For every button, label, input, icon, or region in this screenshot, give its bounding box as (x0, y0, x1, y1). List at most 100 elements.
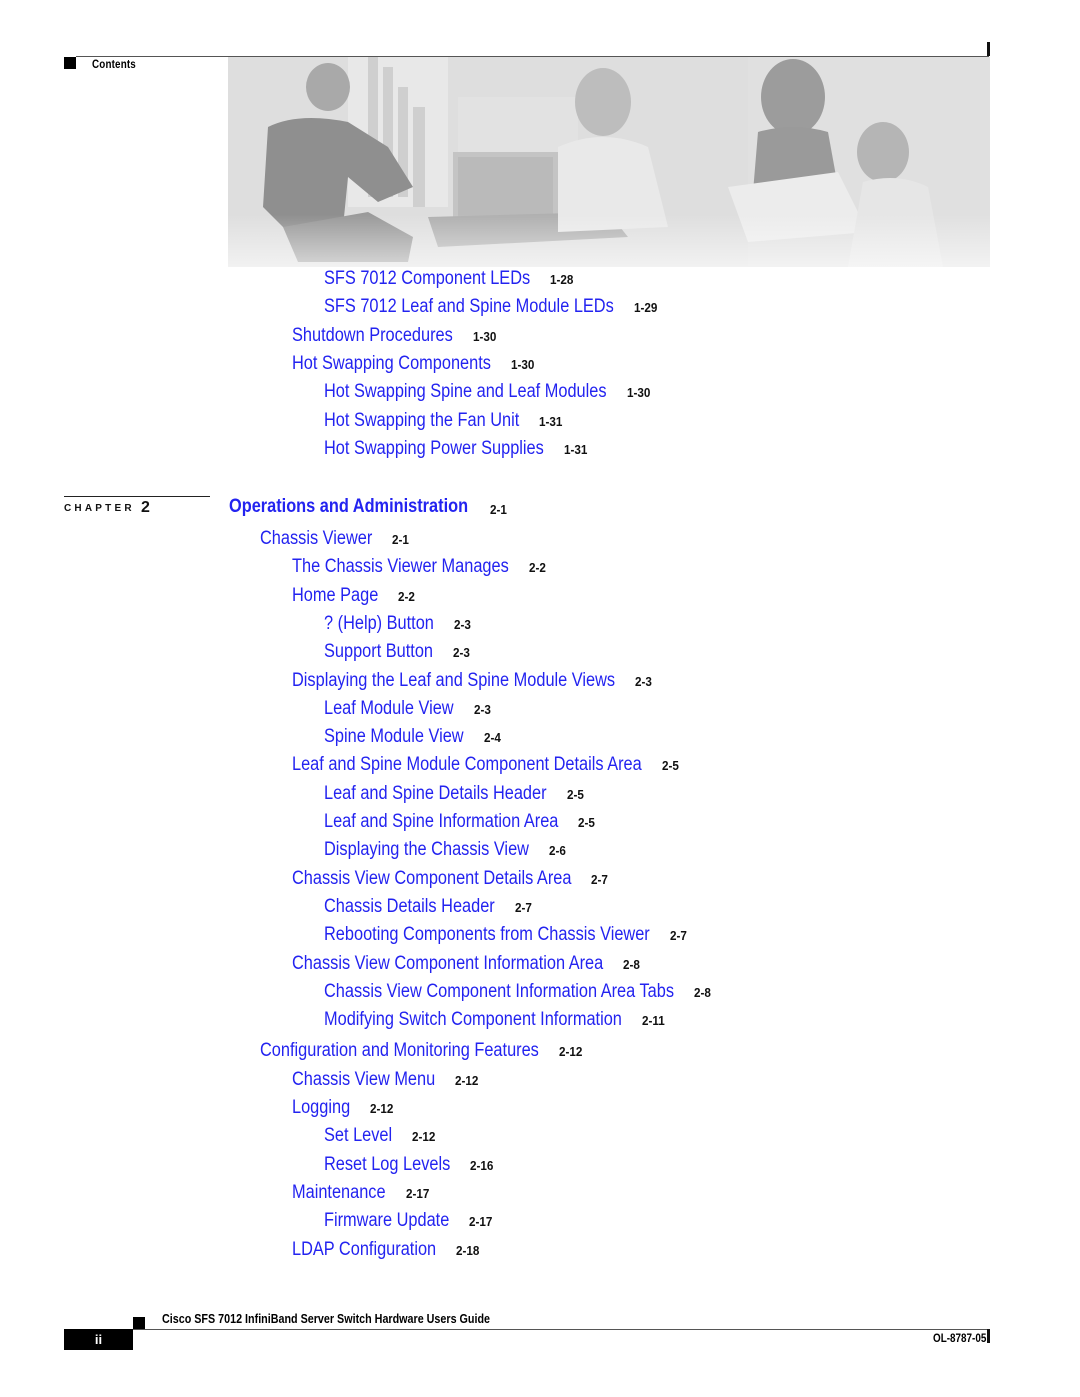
toc-entry-page-number: 2-2 (528, 560, 546, 576)
toc-entry-link[interactable]: Leaf Module View (324, 698, 454, 720)
toc-entry-link[interactable]: Displaying the Chassis View (324, 839, 529, 861)
toc-entry-link[interactable]: Support Button (324, 641, 433, 663)
toc-entry-link[interactable]: Modifying Switch Component Information (324, 1009, 622, 1031)
toc-entry-link[interactable]: Home Page (292, 585, 378, 607)
toc-entry-page-number: 2-3 (453, 645, 470, 661)
toc-entry-page-number: 2-16 (470, 1157, 494, 1173)
toc-entry-page-number: 1-30 (626, 385, 650, 401)
toc-entry-link[interactable]: Maintenance (292, 1182, 386, 1204)
toc-entry: Firmware Update 2-17 (324, 1210, 493, 1232)
toc-entry-link[interactable]: Chassis View Component Details Area (292, 868, 571, 890)
toc-entry-link[interactable]: LDAP Configuration (292, 1239, 436, 1261)
toc-entry-link[interactable]: Hot Swapping Spine and Leaf Modules (324, 381, 607, 403)
toc-entry-page-number: 1-29 (633, 300, 658, 316)
toc-entry: Displaying the Chassis View 2-6 (324, 839, 566, 861)
toc-entry: SFS 7012 Component LEDs 1-28 (324, 268, 574, 290)
toc-entry: Shutdown Procedures 1-30 (292, 325, 496, 347)
footer-page-number: ii (64, 1329, 133, 1350)
header-section-label: Contents (92, 57, 136, 71)
toc-entry: Maintenance 2-17 (292, 1182, 429, 1204)
toc-entry: Home Page 2-2 (292, 585, 415, 607)
toc-entry: Hot Swapping Spine and Leaf Modules 1-30 (324, 381, 653, 403)
toc-entry-link[interactable]: Rebooting Components from Chassis Viewer (324, 924, 650, 946)
toc-entry: Leaf Module View 2-3 (324, 698, 491, 720)
toc-entry-page-number: 2-5 (661, 758, 679, 774)
toc-entry-page-number: 2-3 (453, 616, 471, 632)
toc-entry-page-number: 2-3 (473, 701, 491, 717)
toc-entry: The Chassis Viewer Manages 2-2 (292, 556, 546, 578)
footer-guide-title: Cisco SFS 7012 InfiniBand Server Switch … (162, 1312, 490, 1326)
toc-entry-page-number: 2-7 (514, 899, 532, 915)
chapter-title-link[interactable]: Operations and Administration (229, 496, 468, 518)
toc-entry-page-number: 2-7 (591, 871, 609, 887)
toc-entry-link[interactable]: Reset Log Levels (324, 1154, 450, 1176)
toc-entry-link[interactable]: Displaying the Leaf and Spine Module Vie… (292, 670, 615, 692)
toc-entry-link[interactable]: Set Level (324, 1125, 392, 1147)
toc-entry-link[interactable]: Spine Module View (324, 726, 464, 748)
toc-entry-page-number: 2-12 (558, 1044, 583, 1060)
toc-entry-page-number: 2-8 (623, 956, 641, 972)
banner-photo (228, 57, 990, 267)
toc-entry: Displaying the Leaf and Spine Module Vie… (292, 670, 668, 692)
toc-entry: Chassis View Component Details Area 2-7 (292, 868, 617, 890)
toc-entry-link[interactable]: SFS 7012 Component LEDs (324, 268, 530, 290)
chapter-number: 2 (141, 499, 150, 516)
footer-square-marker (133, 1317, 145, 1329)
toc-entry-link[interactable]: Leaf and Spine Module Component Details … (292, 754, 642, 776)
toc-entry: Set Level 2-12 (324, 1125, 436, 1147)
toc-entry: SFS 7012 Leaf and Spine Module LEDs 1-29 (324, 296, 661, 318)
toc-entry-page-number: 2-12 (455, 1072, 479, 1088)
toc-entry-page-number: 2-3 (635, 673, 652, 689)
banner-photo-illustration (228, 57, 990, 267)
footer-rule (133, 1329, 989, 1330)
toc-entry-link[interactable]: Chassis View Component Information Area (292, 953, 603, 975)
toc-entry: Leaf and Spine Information Area 2-5 (324, 811, 597, 833)
toc-entry: Hot Swapping Power Supplies 1-31 (324, 438, 587, 460)
toc-entry: Leaf and Spine Module Component Details … (292, 754, 699, 776)
footer-doc-number: OL-8787-05 (933, 1333, 987, 1345)
toc-entry: Hot Swapping Components 1-30 (292, 353, 534, 375)
toc-entry: Reset Log Levels 2-16 (324, 1154, 494, 1176)
toc-entry-page-number: 2-8 (693, 984, 711, 1000)
toc-entry: Chassis Viewer 2-1 (260, 528, 409, 550)
toc-entry: LDAP Configuration 2-18 (292, 1239, 480, 1261)
toc-entry-link[interactable]: Firmware Update (324, 1210, 449, 1232)
toc-entry-link[interactable]: Hot Swapping Power Supplies (324, 438, 544, 460)
toc-entry: Chassis View Component Information Area … (324, 981, 731, 1003)
toc-entry-page-number: 2-11 (641, 1013, 665, 1029)
toc-entry-link[interactable]: Chassis Details Header (324, 896, 495, 918)
toc-entry-page-number: 1-31 (539, 413, 563, 429)
toc-entry-page-number: 2-12 (370, 1101, 394, 1116)
toc-entry-page-number: 2-1 (392, 532, 410, 547)
toc-entry: Hot Swapping the Fan Unit 1-31 (324, 410, 563, 432)
toc-entry-link[interactable]: Chassis View Menu (292, 1069, 435, 1091)
header-square-marker (64, 57, 76, 69)
toc-entry-link[interactable]: The Chassis Viewer Manages (292, 556, 509, 578)
toc-entry-page-number: 2-7 (669, 928, 687, 944)
toc-entry-link[interactable]: Configuration and Monitoring Features (260, 1040, 539, 1062)
toc-entry: Support Button 2-3 (324, 641, 470, 663)
toc-entry-page-number: 2-5 (578, 815, 596, 830)
toc-entry-link[interactable]: Leaf and Spine Information Area (324, 811, 558, 833)
toc-entry-page-number: 2-5 (566, 786, 584, 802)
toc-entry-page-number: 2-6 (548, 843, 566, 859)
toc-entry-link[interactable]: Shutdown Procedures (292, 325, 453, 347)
toc-entry-link[interactable]: ? (Help) Button (324, 613, 434, 635)
toc-entry: Leaf and Spine Details Header 2-5 (324, 783, 583, 805)
toc-entry-link[interactable]: Chassis View Component Information Area … (324, 981, 674, 1003)
toc-entry-page-number: 2-17 (405, 1185, 429, 1201)
chapter-rule (64, 496, 210, 497)
toc-entry-page-number: 2-4 (483, 730, 501, 746)
toc-entry-link[interactable]: Hot Swapping Components (292, 353, 491, 375)
toc-entry-link[interactable]: SFS 7012 Leaf and Spine Module LEDs (324, 296, 614, 318)
toc-entry-link[interactable]: Leaf and Spine Details Header (324, 783, 547, 805)
toc-entry-link[interactable]: Logging (292, 1097, 350, 1119)
toc-entry-page-number: 1-30 (472, 328, 497, 344)
toc-entry: Chassis Details Header 2-7 (324, 896, 532, 918)
toc-entry-link[interactable]: Hot Swapping the Fan Unit (324, 410, 519, 432)
chapter-page-number: 2-1 (490, 502, 507, 517)
toc-entry-page-number: 2-12 (412, 1129, 436, 1145)
chapter-label: CHAPTER (64, 503, 135, 514)
toc-entry: Chassis View Component Information Area 2… (292, 953, 654, 975)
toc-entry-link[interactable]: Chassis Viewer (260, 528, 372, 550)
